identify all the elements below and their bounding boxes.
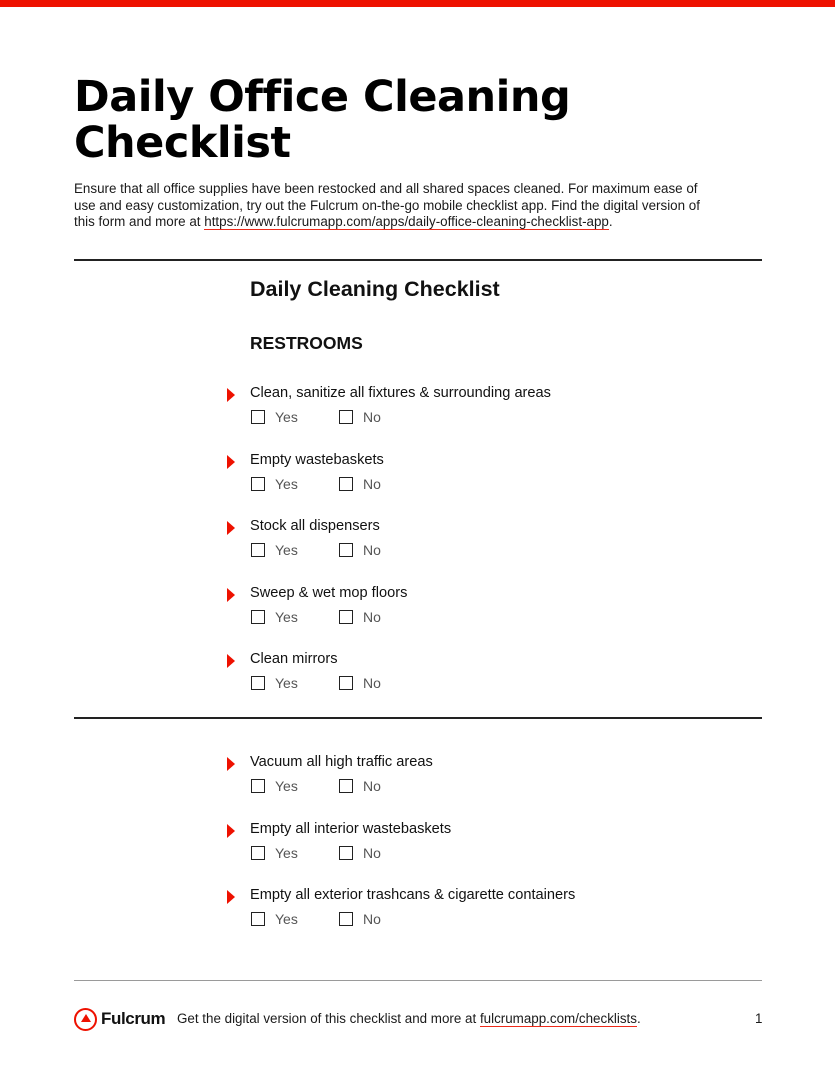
- divider-top: [74, 259, 762, 261]
- checkbox-box[interactable]: [251, 543, 265, 557]
- fulcrum-logo[interactable]: Fulcrum: [74, 1007, 166, 1031]
- logo-text: Fulcrum: [101, 1009, 166, 1028]
- fulcrum-logo-icon: [74, 1007, 97, 1031]
- bullet-arrow-icon: [227, 824, 235, 838]
- no-label: No: [363, 542, 381, 558]
- footer-text: Get the digital version of this checklis…: [177, 1011, 641, 1027]
- no-checkbox[interactable]: No: [339, 541, 381, 559]
- no-checkbox[interactable]: No: [339, 408, 381, 426]
- footer-text-end: .: [636, 1011, 641, 1026]
- checkbox-box[interactable]: [251, 779, 265, 793]
- checklist-item: Clean, sanitize all fixtures & surroundi…: [224, 384, 764, 434]
- no-checkbox[interactable]: No: [339, 674, 381, 692]
- bullet-arrow-icon: [227, 654, 235, 668]
- bullet-arrow-icon: [227, 388, 235, 402]
- checkbox-box[interactable]: [251, 610, 265, 624]
- checkbox-box[interactable]: [339, 543, 353, 557]
- bullet-arrow-icon: [227, 757, 235, 771]
- no-checkbox[interactable]: No: [339, 475, 381, 493]
- yes-label: Yes: [275, 476, 298, 492]
- triangle-icon: [80, 1014, 91, 1022]
- title-line-1: Daily Office Cleaning: [74, 72, 571, 122]
- bullet-arrow-icon: [227, 521, 235, 535]
- item-label: Empty all interior wastebaskets: [250, 821, 452, 837]
- item-label: Clean, sanitize all fixtures & surroundi…: [250, 385, 551, 401]
- item-label: Sweep & wet mop floors: [250, 585, 408, 601]
- yes-label: Yes: [275, 845, 298, 861]
- yes-label: Yes: [275, 778, 298, 794]
- checklist-item: Empty all interior wastebaskets Yes No: [224, 820, 764, 870]
- yes-checkbox[interactable]: Yes: [251, 475, 298, 493]
- no-checkbox[interactable]: No: [339, 910, 381, 928]
- page-number: 1: [755, 1011, 763, 1026]
- checklist-item: Vacuum all high traffic areas Yes No: [224, 753, 764, 803]
- no-checkbox[interactable]: No: [339, 844, 381, 862]
- checklist-item: Stock all dispensers Yes No: [224, 517, 764, 567]
- yes-checkbox[interactable]: Yes: [251, 910, 298, 928]
- checkbox-box[interactable]: [251, 846, 265, 860]
- top-accent-bar: [0, 0, 835, 7]
- title-line-2: Checklist: [74, 118, 291, 168]
- intro-paragraph: Ensure that all office supplies have bee…: [74, 181, 714, 231]
- section-heading-restrooms: RESTROOMS: [250, 333, 363, 353]
- intro-link[interactable]: https://www.fulcrumapp.com/apps/daily-of…: [204, 214, 609, 230]
- item-label: Clean mirrors: [250, 651, 338, 667]
- footer-divider: [74, 980, 762, 981]
- checklist-title: Daily Cleaning Checklist: [250, 277, 500, 301]
- checkbox-box[interactable]: [339, 410, 353, 424]
- checkbox-box[interactable]: [339, 779, 353, 793]
- yes-label: Yes: [275, 409, 298, 425]
- no-label: No: [363, 778, 381, 794]
- checkbox-box[interactable]: [339, 477, 353, 491]
- bullet-arrow-icon: [227, 890, 235, 904]
- no-label: No: [363, 409, 381, 425]
- item-label: Empty wastebaskets: [250, 452, 384, 468]
- checklist-item: Clean mirrors Yes No: [224, 650, 764, 700]
- yes-label: Yes: [275, 609, 298, 625]
- yes-checkbox[interactable]: Yes: [251, 541, 298, 559]
- footer-text-body: Get the digital version of this checklis…: [177, 1011, 480, 1026]
- yes-checkbox[interactable]: Yes: [251, 608, 298, 626]
- no-label: No: [363, 911, 381, 927]
- item-label: Empty all exterior trashcans & cigarette…: [250, 887, 576, 903]
- divider-middle: [74, 717, 762, 719]
- no-label: No: [363, 675, 381, 691]
- checkbox-box[interactable]: [251, 676, 265, 690]
- checkbox-box[interactable]: [339, 912, 353, 926]
- yes-label: Yes: [275, 911, 298, 927]
- item-label: Vacuum all high traffic areas: [250, 754, 433, 770]
- bullet-arrow-icon: [227, 455, 235, 469]
- intro-end: .: [608, 214, 613, 229]
- bullet-arrow-icon: [227, 588, 235, 602]
- checklist-item: Empty all exterior trashcans & cigarette…: [224, 886, 764, 936]
- item-label: Stock all dispensers: [250, 518, 380, 534]
- checkbox-box[interactable]: [251, 477, 265, 491]
- yes-label: Yes: [275, 542, 298, 558]
- checkbox-box[interactable]: [339, 610, 353, 624]
- checkbox-box[interactable]: [251, 410, 265, 424]
- checklist-item: Sweep & wet mop floors Yes No: [224, 584, 764, 634]
- footer-link[interactable]: fulcrumapp.com/checklists: [479, 1011, 637, 1027]
- document-title: Daily Office Cleaning Checklist: [74, 74, 694, 166]
- checkbox-box[interactable]: [339, 676, 353, 690]
- yes-checkbox[interactable]: Yes: [251, 777, 298, 795]
- no-checkbox[interactable]: No: [339, 777, 381, 795]
- yes-label: Yes: [275, 675, 298, 691]
- no-checkbox[interactable]: No: [339, 608, 381, 626]
- yes-checkbox[interactable]: Yes: [251, 844, 298, 862]
- checkbox-box[interactable]: [339, 846, 353, 860]
- yes-checkbox[interactable]: Yes: [251, 674, 298, 692]
- checkbox-box[interactable]: [251, 912, 265, 926]
- yes-checkbox[interactable]: Yes: [251, 408, 298, 426]
- no-label: No: [363, 845, 381, 861]
- no-label: No: [363, 609, 381, 625]
- no-label: No: [363, 476, 381, 492]
- checklist-item: Empty wastebaskets Yes No: [224, 451, 764, 501]
